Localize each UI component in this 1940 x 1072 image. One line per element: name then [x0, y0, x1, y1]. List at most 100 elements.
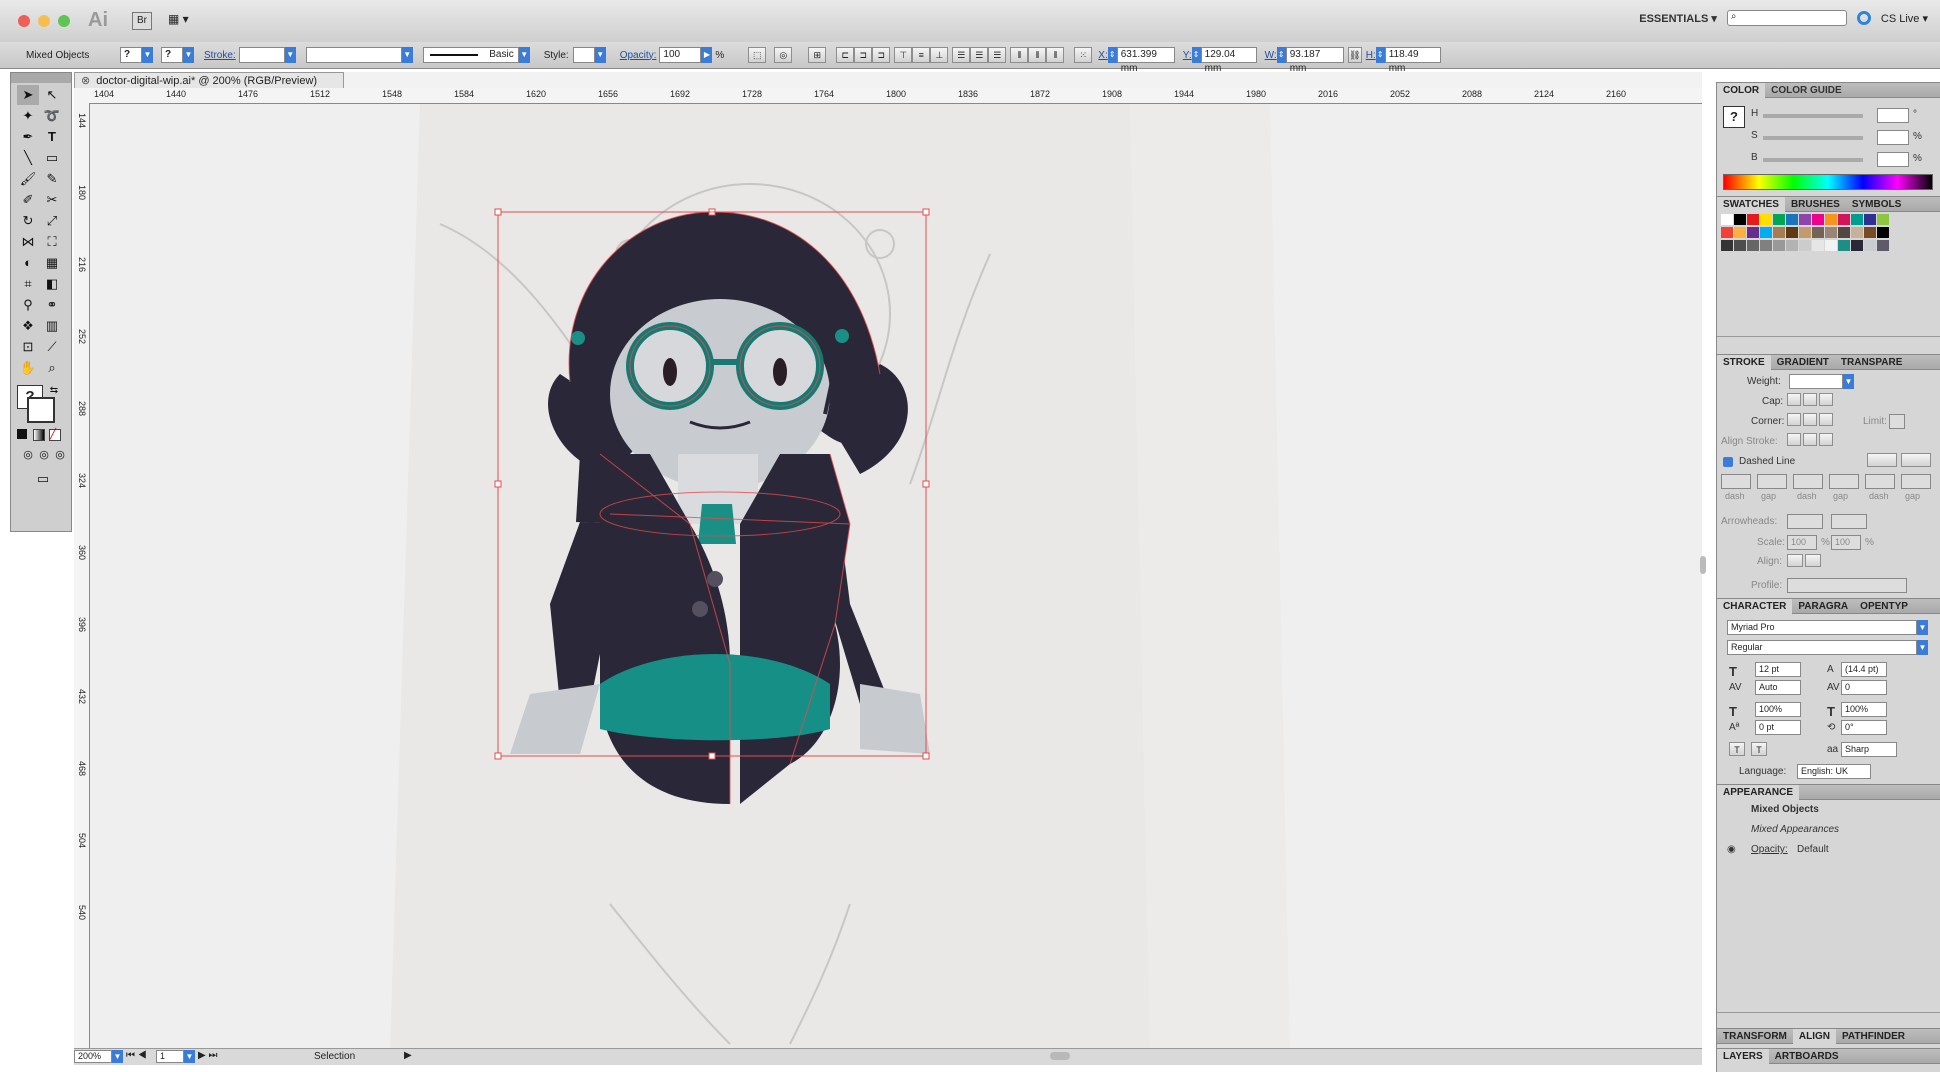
round-join-icon[interactable] — [1803, 413, 1817, 426]
type-tool-icon[interactable]: T — [41, 127, 63, 147]
artboard-number-field[interactable]: 1 — [156, 1050, 184, 1063]
distribute-center-icon[interactable]: ☰ — [970, 47, 989, 63]
swatch[interactable] — [1721, 214, 1733, 225]
font-style-select[interactable]: Regular — [1727, 640, 1917, 655]
saturation-field[interactable] — [1877, 130, 1909, 145]
paintbrush-tool-icon[interactable]: 🖌 — [17, 169, 39, 189]
brush-dropdown[interactable]: ▼ — [518, 47, 530, 63]
swap-fill-stroke-icon[interactable]: ⇆ — [43, 381, 65, 401]
align-dash-icon[interactable] — [1901, 453, 1931, 467]
status-menu-arrow[interactable]: ▶ — [404, 1050, 412, 1061]
brightness-slider[interactable] — [1763, 158, 1863, 162]
pencil-tool-icon[interactable]: ✎ — [41, 169, 63, 189]
swatch[interactable] — [1851, 227, 1863, 238]
lasso-tool-icon[interactable]: ➰ — [41, 106, 63, 126]
swatch[interactable] — [1786, 240, 1798, 251]
stroke-dropdown[interactable]: ▼ — [183, 47, 194, 63]
font-size-field[interactable]: 12 pt — [1755, 662, 1801, 677]
distribute-bottom-icon[interactable]: ☰ — [988, 47, 1007, 63]
w-stepper[interactable]: ⇕ — [1276, 47, 1286, 63]
tab-paragraph[interactable]: PARAGRA — [1792, 599, 1854, 614]
x-field[interactable]: 631.399 mm — [1116, 47, 1175, 74]
zoom-dropdown[interactable]: ▼ — [112, 1050, 123, 1063]
document-tab[interactable]: ⊗ doctor-digital-wip.ai* @ 200% (RGB/Prev… — [74, 72, 344, 88]
align-top-icon[interactable]: ⊤ — [894, 47, 913, 63]
font-family-select[interactable]: Myriad Pro — [1727, 620, 1917, 635]
dashed-line-checkbox[interactable] — [1723, 457, 1733, 467]
graphic-style-swatch[interactable] — [572, 47, 595, 63]
perspective-grid-tool-icon[interactable]: ▦ — [41, 253, 63, 273]
gradient-mode-icon[interactable] — [33, 429, 45, 441]
tab-gradient[interactable]: GRADIENT — [1771, 355, 1835, 370]
round-cap-icon[interactable] — [1803, 393, 1817, 406]
tab-transform[interactable]: TRANSFORM — [1717, 1029, 1793, 1044]
swatch[interactable] — [1747, 214, 1759, 225]
status-mode-label[interactable]: Selection — [314, 1051, 355, 1062]
y-field[interactable]: 129.04 mm — [1200, 47, 1257, 74]
tab-character[interactable]: CHARACTER — [1717, 599, 1793, 614]
color-panel-header[interactable]: COLOR COLOR GUIDE — [1717, 82, 1940, 98]
preserve-dash-icon[interactable] — [1867, 453, 1897, 467]
zoom-tool-icon[interactable]: ⌕ — [41, 358, 63, 378]
x-stepper[interactable]: ⇕ — [1107, 47, 1117, 63]
slice-tool-icon[interactable]: ⟋ — [41, 337, 63, 357]
zoom-window-button[interactable] — [58, 15, 70, 27]
swatch[interactable] — [1773, 214, 1785, 225]
y-stepper[interactable]: ⇕ — [1191, 47, 1201, 63]
selection-tool-icon[interactable]: ➤ — [17, 85, 39, 105]
blob-brush-tool-icon[interactable]: ✐ — [17, 190, 39, 210]
color-fill-box[interactable]: ? — [1723, 106, 1745, 128]
screen-mode-icon[interactable]: ▭ — [31, 469, 55, 489]
fill-dropdown[interactable]: ▼ — [142, 47, 153, 63]
graphic-style-dropdown[interactable]: ▼ — [594, 47, 606, 63]
saturation-slider[interactable] — [1763, 136, 1863, 140]
tab-layers[interactable]: LAYERS — [1717, 1049, 1769, 1064]
swatch[interactable] — [1760, 214, 1772, 225]
stroke-weight-dropdown[interactable]: ▼ — [284, 47, 296, 63]
leading-field[interactable]: (14.4 pt) — [1841, 662, 1887, 677]
close-window-button[interactable] — [18, 15, 30, 27]
distribute-left-icon[interactable]: ⦀ — [1010, 47, 1029, 63]
swatch[interactable] — [1825, 214, 1837, 225]
vertical-ruler[interactable]: 144 180 216 252 288 324 360 396 432 468 504 540 — [74, 103, 90, 1053]
baseline-shift-field[interactable]: 0 pt — [1755, 720, 1801, 735]
opacity-dropdown[interactable]: ▶ — [701, 47, 713, 63]
swatch[interactable] — [1812, 227, 1824, 238]
free-transform-tool-icon[interactable]: ⛶ — [41, 232, 63, 252]
swatch[interactable] — [1877, 214, 1889, 225]
butt-cap-icon[interactable] — [1787, 393, 1801, 406]
miter-join-icon[interactable] — [1787, 413, 1801, 426]
bevel-join-icon[interactable] — [1819, 413, 1833, 426]
dash-gap-field[interactable] — [1829, 474, 1859, 489]
tools-panel-header[interactable] — [11, 73, 71, 83]
stroke-panel-header[interactable]: STROKE GRADIENT TRANSPARE — [1717, 354, 1940, 370]
swatch[interactable] — [1734, 227, 1746, 238]
end-arrowhead-select[interactable] — [1831, 514, 1867, 529]
horizontal-scroll-thumb[interactable] — [1050, 1052, 1070, 1060]
tab-opentype[interactable]: OPENTYP — [1854, 599, 1914, 614]
transform-panel-header[interactable]: TRANSFORM ALIGN PATHFINDER — [1717, 1028, 1940, 1044]
horizontal-ruler[interactable]: 1404 1440 1476 1512 1548 1584 1620 1656 1692 1728… — [74, 88, 1702, 104]
w-field[interactable]: 93.187 mm — [1285, 47, 1344, 74]
swatch[interactable] — [1773, 227, 1785, 238]
tab-appearance[interactable]: APPEARANCE — [1717, 785, 1800, 800]
visibility-eye-icon[interactable]: ◉ — [1727, 844, 1736, 855]
character-panel-header[interactable]: CHARACTER PARAGRA OPENTYP — [1717, 598, 1940, 614]
align-outside-stroke-icon[interactable] — [1819, 433, 1833, 446]
dash-gap-field[interactable] — [1865, 474, 1895, 489]
language-select[interactable]: English: UK — [1797, 764, 1871, 779]
swatch[interactable] — [1825, 240, 1837, 251]
weight-dropdown[interactable]: ▼ — [1843, 374, 1854, 389]
tab-brushes[interactable]: BRUSHES — [1785, 197, 1846, 212]
weight-field[interactable] — [1789, 374, 1843, 389]
swatch[interactable] — [1799, 240, 1811, 251]
align-to-icon[interactable]: ⊞ — [808, 47, 827, 63]
swatch[interactable] — [1838, 240, 1850, 251]
align-bottom-icon[interactable]: ⊥ — [930, 47, 949, 63]
hand-tool-icon[interactable]: ✋ — [17, 358, 39, 378]
hue-field[interactable] — [1877, 108, 1909, 123]
anti-aliasing-select[interactable]: Sharp — [1841, 742, 1897, 757]
swatch[interactable] — [1760, 240, 1772, 251]
bridge-button[interactable]: Br — [132, 12, 152, 30]
align-middle-icon[interactable]: ≡ — [912, 47, 931, 63]
